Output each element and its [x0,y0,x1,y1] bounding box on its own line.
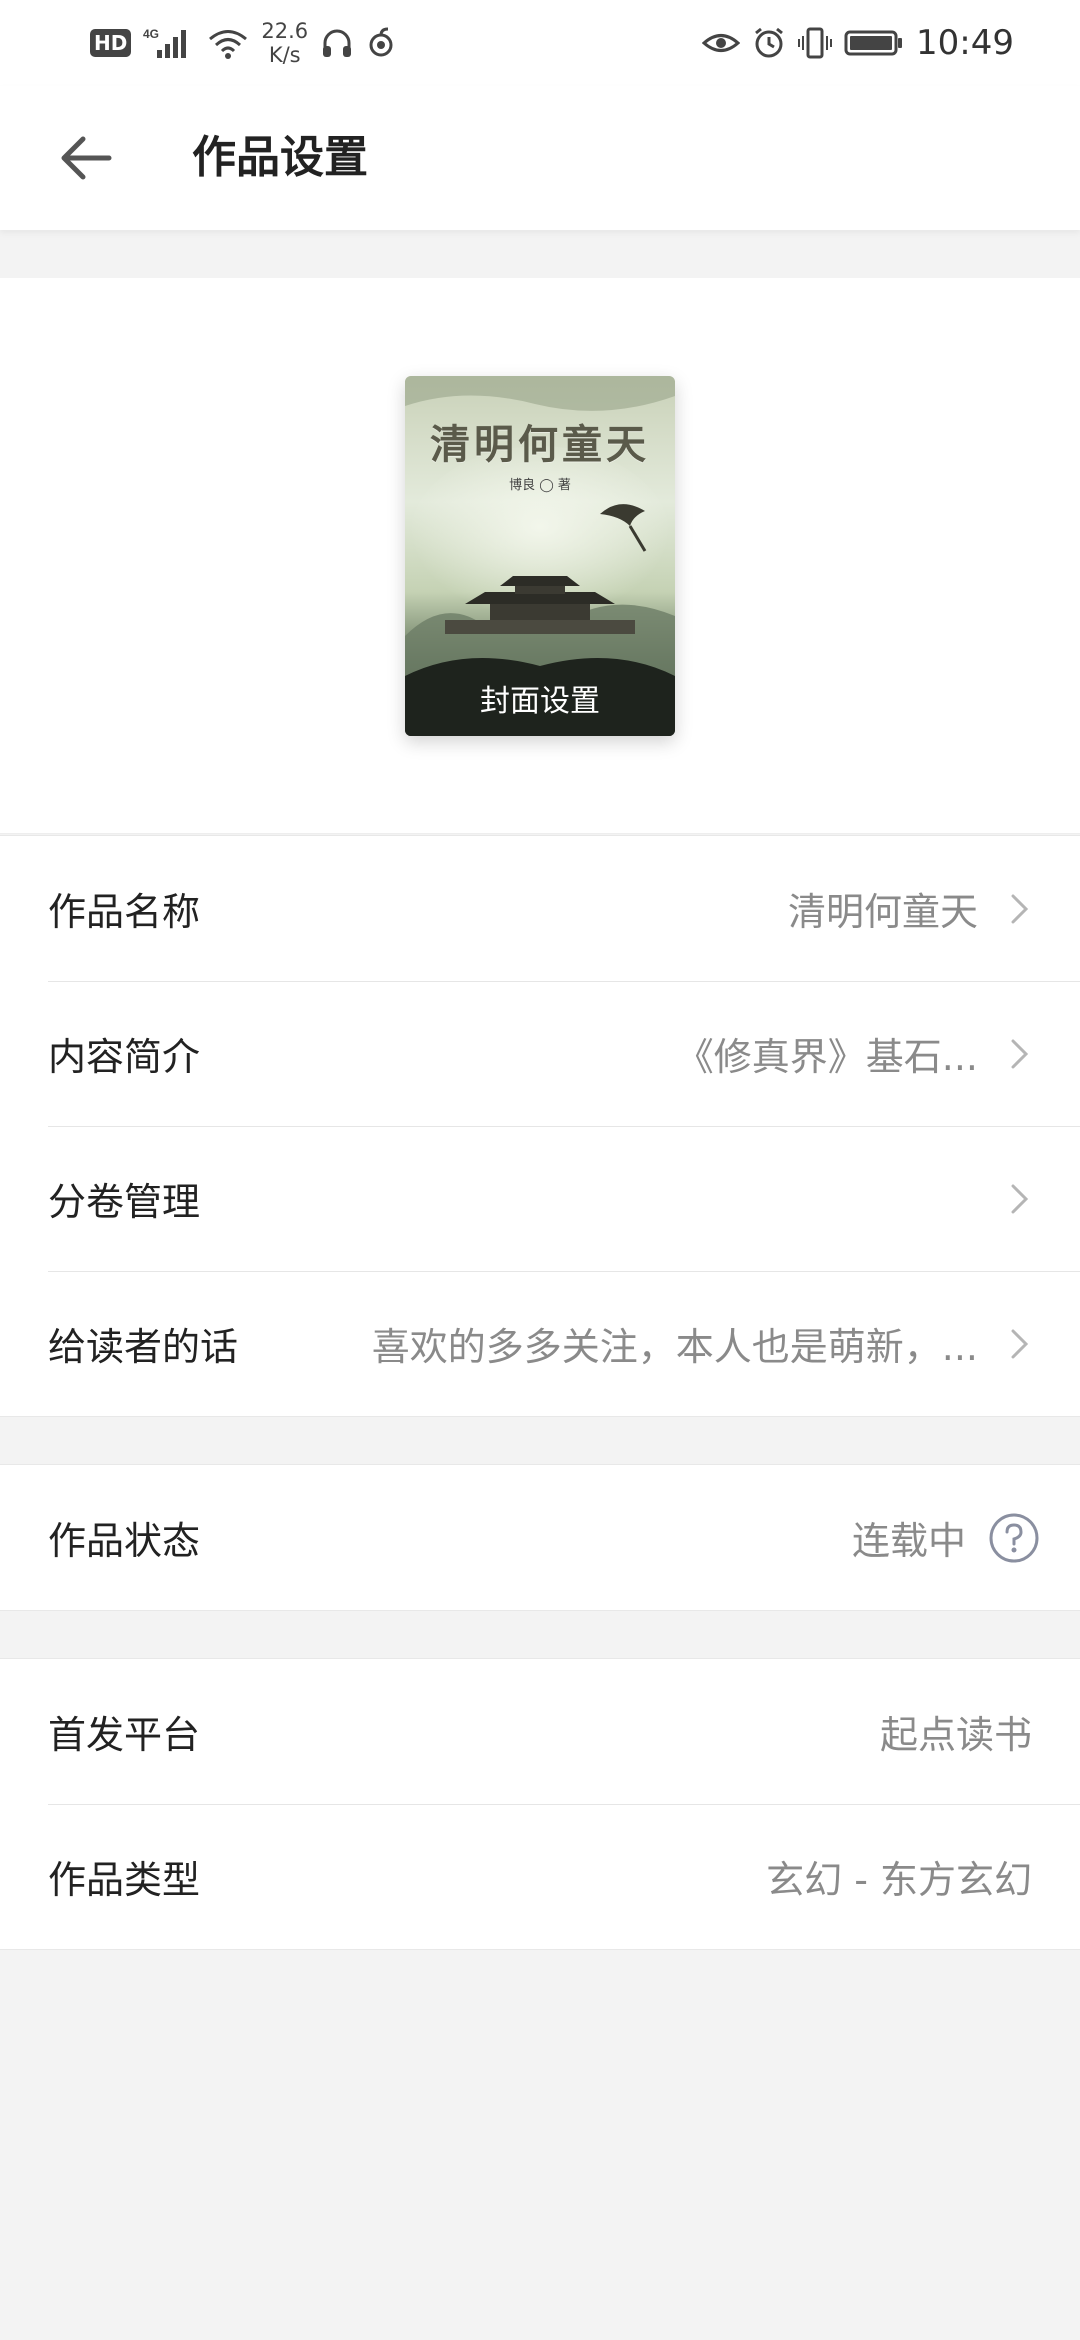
status-bar: HD 4G 22.6 K/s 10:49 [0,0,1080,86]
row-label: 分卷管理 [48,1180,201,1224]
row-value: 喜欢的多多关注，本人也是萌新，... [371,1325,978,1369]
network-type: 4G [143,27,159,41]
work-type-row: 作品类型 玄幻 - 东方玄幻 [0,1804,1080,1949]
app-notification-icon [369,27,393,57]
help-icon[interactable] [988,1512,1040,1564]
chevron-right-icon [1000,1324,1040,1364]
details-group: 作品名称 清明何童天 内容简介 《修真界》基石... 分卷管理 给读者的话 喜欢… [0,835,1080,1417]
row-value: 玄幻 - 东方玄幻 [766,1858,1032,1902]
row-label: 首发平台 [48,1713,201,1757]
chevron-right-icon [1000,1034,1040,1074]
cellular-signal-icon: 4G [143,27,187,58]
message-to-readers-row[interactable]: 给读者的话 喜欢的多多关注，本人也是萌新，... [0,1271,1080,1416]
headphones-icon [323,29,352,57]
chevron-right-icon [1000,1179,1040,1219]
row-value: 《修真界》基石... [675,1035,978,1079]
row-label: 作品类型 [48,1858,201,1902]
wifi-icon [209,30,248,59]
eye-comfort-icon [702,34,741,52]
cover-section: 清明何童天 博良 ◯ 著 封面设置 [0,278,1080,834]
hd-badge: HD [90,29,132,57]
clock: 10:49 [916,23,1014,63]
page-title: 作品设置 [192,132,368,183]
status-left: HD 4G 22.6 K/s [90,18,396,68]
cover-settings-button[interactable]: 清明何童天 博良 ◯ 著 封面设置 [405,376,675,736]
first-platform-row: 首发平台 起点读书 [0,1659,1080,1804]
row-label: 给读者的话 [48,1325,239,1369]
battery-icon [844,30,903,56]
row-value: 连载中 [851,1519,966,1563]
network-speed: 22.6 K/s [261,19,308,67]
arrow-left-icon [61,136,112,180]
cover-art-title: 清明何童天 [430,421,650,468]
alarm-icon [755,27,783,58]
speed-value: 22.6 [261,19,309,43]
work-name-row[interactable]: 作品名称 清明何童天 [0,836,1080,981]
volume-management-row[interactable]: 分卷管理 [0,1126,1080,1271]
row-value: 起点读书 [879,1713,1032,1757]
app-header: 作品设置 [0,86,1080,230]
row-label: 作品名称 [48,890,201,934]
chevron-right-icon [1000,889,1040,929]
row-label: 作品状态 [48,1519,201,1563]
row-value: 清明何童天 [787,890,978,934]
back-button[interactable] [54,126,118,190]
speed-unit: K/s [268,43,301,67]
status-group: 作品状态 连载中 [0,1464,1080,1611]
cover-art-author: 博良 ◯ 著 [509,478,571,493]
cover-settings-label: 封面设置 [480,684,600,719]
status-right: 10:49 [702,18,1014,68]
row-label: 内容简介 [48,1035,201,1079]
synopsis-row[interactable]: 内容简介 《修真界》基石... [0,981,1080,1126]
meta-group: 首发平台 起点读书 作品类型 玄幻 - 东方玄幻 [0,1658,1080,1950]
vibrate-icon [798,27,833,59]
work-status-row[interactable]: 作品状态 连载中 [0,1465,1080,1610]
